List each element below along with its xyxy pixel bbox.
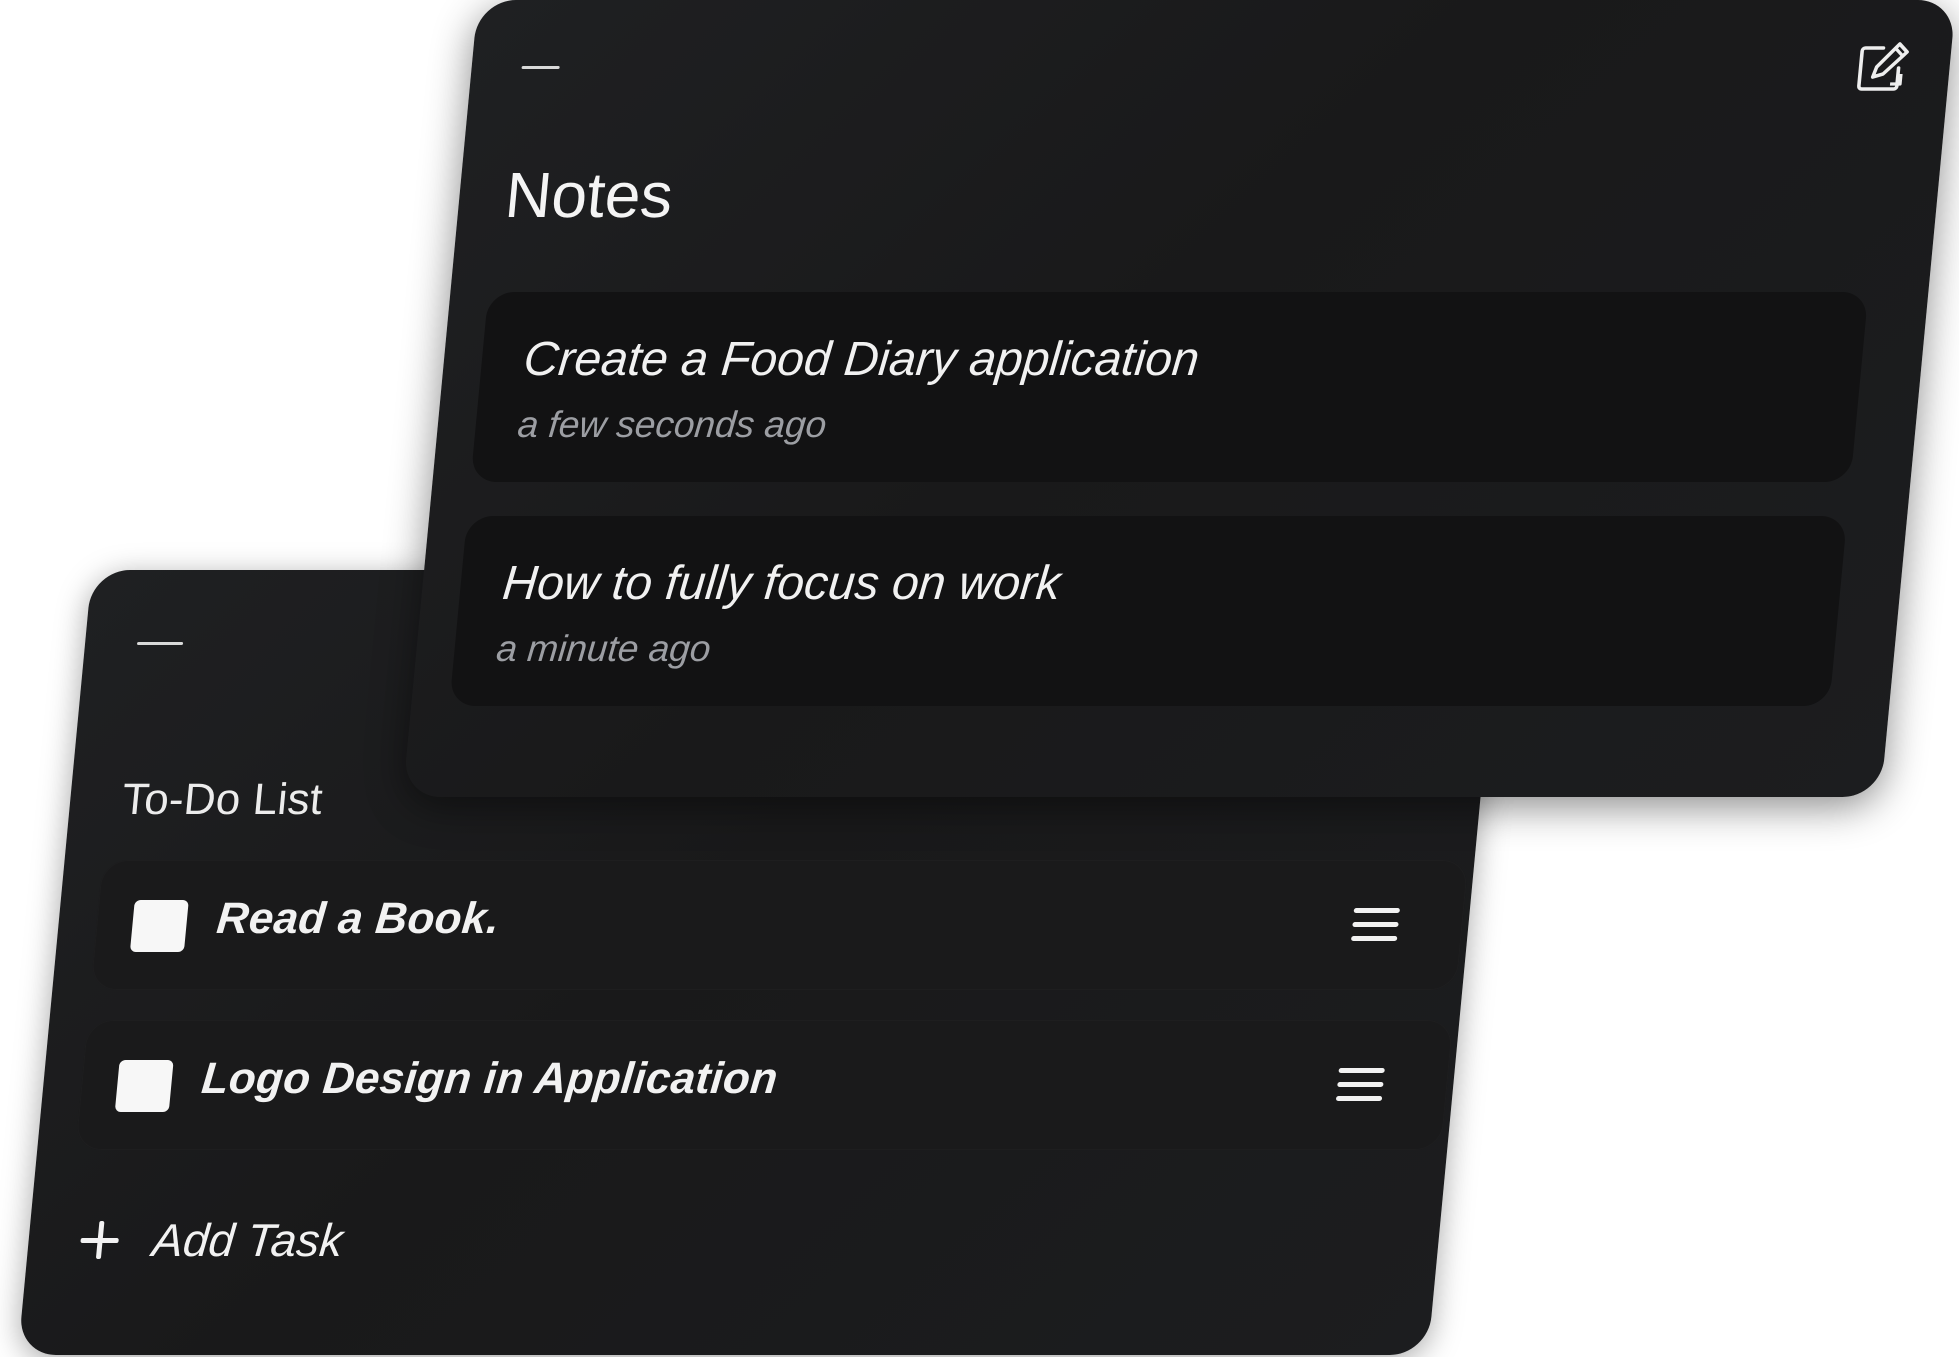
checkbox-icon[interactable] (129, 900, 189, 952)
todo-item[interactable]: Read a Book. (90, 860, 1469, 990)
todo-item[interactable]: Logo Design in Application (75, 1020, 1454, 1150)
widgets-stage: To-Do List Read a Book. Logo Design in A… (0, 0, 1959, 1357)
note-title: How to fully focus on work (500, 557, 1063, 610)
note-item[interactable]: Create a Food Diary application a few se… (470, 292, 1869, 482)
note-timestamp: a minute ago (494, 628, 713, 669)
notes-widget: Notes Create a Food Diary application a … (402, 0, 1956, 797)
todo-title: To-Do List (119, 775, 325, 824)
minimize-icon[interactable] (136, 642, 184, 645)
note-timestamp: a few seconds ago (515, 404, 829, 445)
drag-handle-icon[interactable] (1350, 908, 1401, 944)
checkbox-icon[interactable] (114, 1060, 174, 1112)
add-task-button[interactable]: Add Task (78, 1210, 346, 1270)
compose-icon[interactable] (1853, 40, 1912, 94)
add-task-label: Add Task (150, 1214, 346, 1266)
plus-icon (79, 1221, 121, 1259)
notes-title: Notes (502, 159, 677, 231)
todo-item-label: Logo Design in Application (199, 1054, 780, 1103)
minimize-icon[interactable] (521, 66, 560, 69)
drag-handle-icon[interactable] (1335, 1068, 1385, 1104)
note-item[interactable]: How to fully focus on work a minute ago (449, 516, 1848, 706)
todo-item-label: Read a Book. (214, 894, 502, 943)
note-title: Create a Food Diary application (521, 333, 1202, 386)
